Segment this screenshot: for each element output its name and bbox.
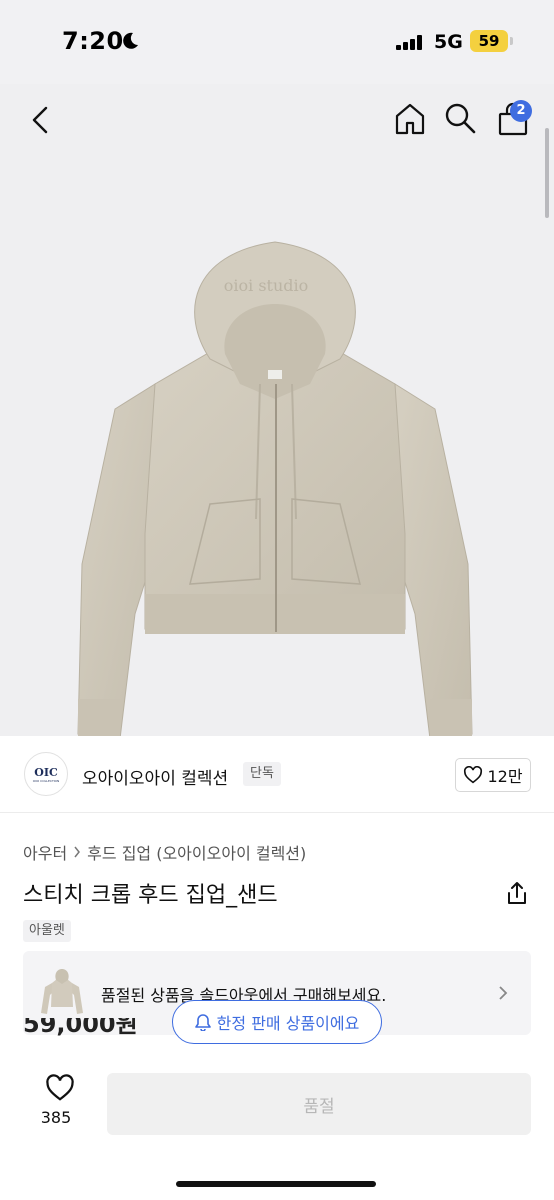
home-indicator <box>176 1181 376 1187</box>
product-print-text: oioi studio <box>223 276 309 295</box>
breadcrumb-category[interactable]: 아우터 <box>23 840 67 864</box>
brand-like-button[interactable]: 12만 <box>455 758 531 792</box>
product-price: 59,000원 <box>23 1018 138 1038</box>
moon-icon <box>123 32 138 49</box>
heart-outline-icon <box>464 766 483 784</box>
signal-icon <box>396 35 424 50</box>
divider <box>0 812 554 813</box>
battery-tip <box>510 37 513 45</box>
breadcrumb: 아우터 후드 집업 (오아이오아이 컬렉션) <box>23 840 306 864</box>
brand-logo[interactable]: OIC OIOI COLLECTION <box>24 752 68 796</box>
brand-logo-mark: OIC OIOI COLLECTION <box>33 766 60 783</box>
brand-name[interactable]: 오아이오아이 컬렉션 <box>82 764 228 789</box>
cart-badge: 2 <box>510 100 532 122</box>
chevron-right-icon <box>499 986 508 1000</box>
network-label: 5G <box>434 31 463 53</box>
status-bar: 7:20 5G 59 <box>0 0 554 84</box>
outlet-badge: 아울렛 <box>23 920 71 942</box>
svg-text:OIOI COLLECTION: OIOI COLLECTION <box>33 779 60 783</box>
search-icon[interactable] <box>443 101 477 135</box>
wishlist-button[interactable]: 385 <box>34 1074 78 1134</box>
limited-sale-text: 한정 판매 상품이에요 <box>216 1014 360 1033</box>
breadcrumb-subcategory[interactable]: 후드 집업 (오아이오아이 컬렉션) <box>87 840 306 864</box>
chevron-right-icon <box>74 846 81 858</box>
svg-text:OIC: OIC <box>34 766 58 779</box>
product-image-gallery[interactable]: oioi studio 1 / 2 <box>0 84 554 736</box>
status-time: 7:20 <box>62 27 124 55</box>
scroll-indicator <box>545 128 549 218</box>
product-image <box>77 241 473 736</box>
product-thumbnail <box>37 965 87 1021</box>
limited-sale-notice[interactable]: 한정 판매 상품이에요 <box>172 1000 382 1044</box>
brand-like-count: 12만 <box>487 767 523 786</box>
soldout-button[interactable]: 품절 <box>107 1073 531 1135</box>
back-button[interactable] <box>24 102 58 138</box>
product-title: 스티치 크롭 후드 집업_샌드 <box>23 883 278 908</box>
exclusive-badge: 단독 <box>243 762 281 786</box>
wishlist-count: 385 <box>40 1108 72 1127</box>
share-icon[interactable] <box>504 880 530 906</box>
battery-icon: 59 <box>470 30 508 52</box>
home-icon[interactable] <box>392 101 428 137</box>
heart-outline-icon <box>45 1074 74 1101</box>
bell-icon <box>194 1014 211 1031</box>
